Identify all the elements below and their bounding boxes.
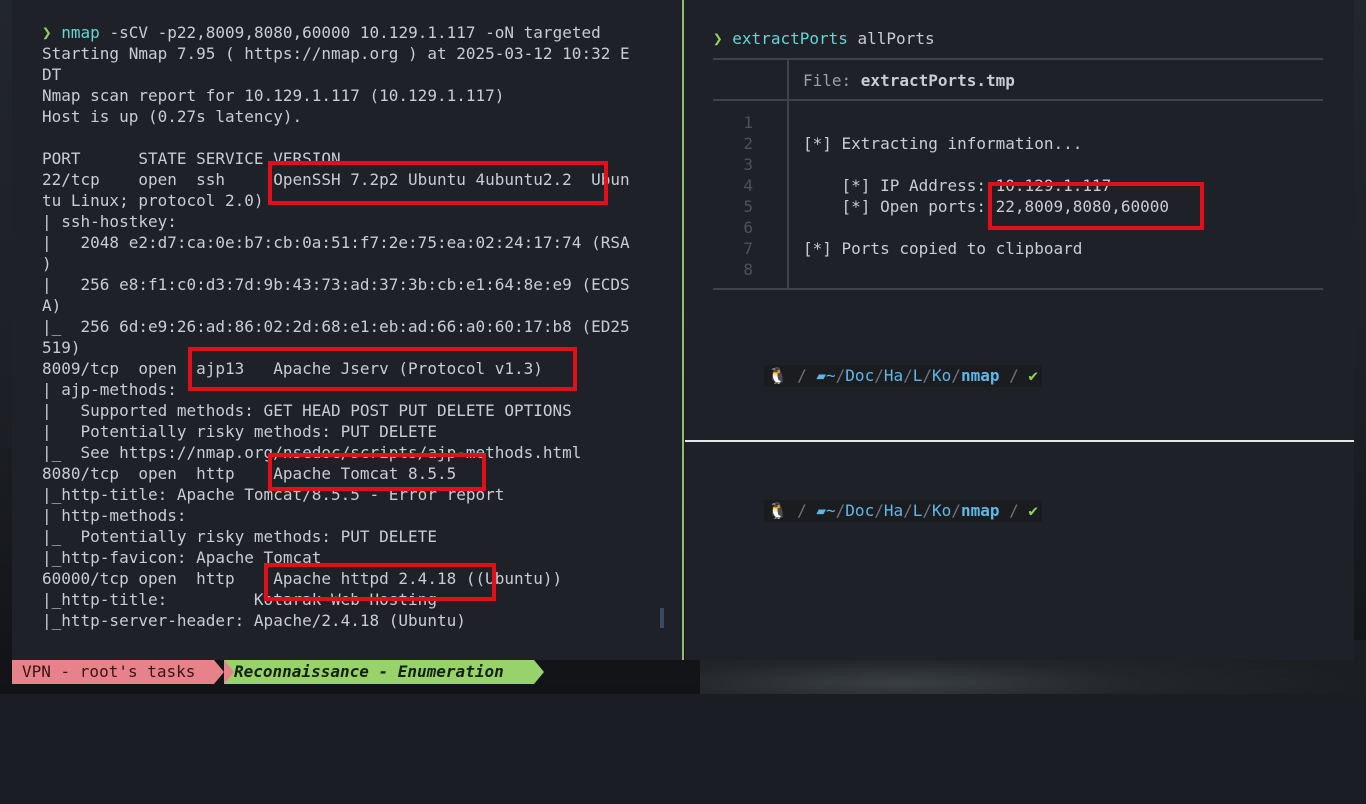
command-args: allPorts <box>857 29 935 48</box>
line-number: 5 <box>743 197 753 216</box>
prompt-separator: / <box>1009 366 1019 385</box>
file-header-bottom-rule <box>713 99 1323 101</box>
file-name: extractPorts.tmp <box>860 71 1015 90</box>
status-separator <box>224 660 234 684</box>
path-part: Ko <box>932 366 952 385</box>
output-line: Starting Nmap 7.95 ( https://nmap.org ) … <box>42 44 630 63</box>
path-part: Ko <box>932 501 952 520</box>
path-part: L <box>912 501 923 520</box>
line-number: 8 <box>743 260 753 279</box>
output-line: | 2048 e2:d7:ca:0e:b7:cb:0a:51:f7:2e:75:… <box>42 233 630 252</box>
path-part: Ha <box>883 366 904 385</box>
output-line: 519) <box>42 338 81 357</box>
file-header-top-rule <box>713 58 1323 60</box>
active-pane-border <box>682 0 684 660</box>
command-name: extractPorts <box>732 29 848 48</box>
active-window-name[interactable]: Reconnaissance - Enumeration <box>224 660 534 684</box>
file-header: File: extractPorts.tmp <box>803 70 1015 91</box>
output-line: | 256 e8:f1:c0:d3:7d:9b:43:73:ad:37:3b:c… <box>42 275 630 294</box>
file-footer-rule <box>713 288 1323 290</box>
terminal-pane-shell[interactable]: 🐧 / ▰~/Doc/Ha/L/Ko/nmap / ✔ <box>685 442 1354 660</box>
highlight-box-tomcat-version <box>268 453 486 491</box>
highlight-box-ajp-version <box>188 347 577 391</box>
shell-prompt: 🐧 / ▰~/Doc/Ha/L/Ko/nmap / ✔ <box>725 478 1043 522</box>
output-line: |_http-server-header: Apache/2.4.18 (Ubu… <box>42 611 466 630</box>
output-line: tu Linux; protocol 2.0) <box>42 191 264 210</box>
linux-tux-icon: 🐧 <box>767 366 788 385</box>
path-part: Ha <box>883 501 904 520</box>
status-ok-icon: ✔ <box>1028 501 1039 520</box>
prompt-symbol: ❯ <box>42 23 52 42</box>
file-line: [*] Ports copied to clipboard <box>803 239 1083 258</box>
line-number: 2 <box>743 134 753 153</box>
status-separator <box>214 660 224 684</box>
output-line: | http-methods: <box>42 506 187 525</box>
highlight-box-ssh-version <box>268 161 608 205</box>
shell-prompt: 🐧 / ▰~/Doc/Ha/L/Ko/nmap / ✔ <box>725 343 1043 387</box>
output-line: | Supported methods: GET HEAD POST PUT D… <box>42 401 572 420</box>
output-line: DT <box>42 65 62 84</box>
prompt-separator: / <box>797 501 807 520</box>
linux-tux-icon: 🐧 <box>767 501 788 520</box>
home-dir: ~ <box>826 366 836 385</box>
line-number: 1 <box>743 113 753 132</box>
output-line: ) <box>42 254 52 273</box>
output-line: | ssh-hostkey: <box>42 212 177 231</box>
status-ok-icon: ✔ <box>1028 366 1039 385</box>
status-separator <box>534 660 544 684</box>
command-line: ❯ extractPorts allPorts <box>713 28 935 49</box>
line-number: 6 <box>743 218 753 237</box>
line-number: 3 <box>743 155 753 174</box>
prompt-symbol: ❯ <box>713 29 723 48</box>
highlight-box-httpd-version <box>264 563 496 601</box>
highlight-box-open-ports <box>988 182 1204 230</box>
current-dir: nmap <box>960 501 1000 520</box>
session-name[interactable]: VPN - root's tasks <box>12 660 214 684</box>
line-number-gutter-rule <box>787 58 789 290</box>
prompt-separator: / <box>797 366 807 385</box>
folder-open-icon: ▰ <box>816 366 827 385</box>
file-line: [*] Extracting information... <box>803 134 1083 153</box>
file-label: File: <box>803 71 861 90</box>
output-line: |_ Potentially risky methods: PUT DELETE <box>42 527 437 546</box>
command-line: ❯ nmap -sCV -p22,8009,8080,60000 10.129.… <box>42 22 601 43</box>
prompt-separator: / <box>1009 501 1019 520</box>
line-number: 7 <box>743 239 753 258</box>
terminal-pane-nmap[interactable]: ❯ nmap -sCV -p22,8009,8080,60000 10.129.… <box>12 0 682 660</box>
command-name: nmap <box>61 23 100 42</box>
output-line: Host is up (0.27s latency). <box>42 107 303 126</box>
current-dir: nmap <box>960 366 1000 385</box>
folder-open-icon: ▰ <box>816 501 827 520</box>
output-line: Nmap scan report for 10.129.1.117 (10.12… <box>42 86 505 105</box>
output-line: | ajp-methods: <box>42 380 177 399</box>
output-line: | Potentially risky methods: PUT DELETE <box>42 422 437 441</box>
output-line: |_ 256 6d:e9:26:ad:86:02:2d:68:e1:eb:ad:… <box>42 317 630 336</box>
output-line: A) <box>42 296 62 315</box>
command-args: -sCV -p22,8009,8080,60000 10.129.1.117 -… <box>109 23 601 42</box>
home-dir: ~ <box>826 501 836 520</box>
path-part: Doc <box>845 501 875 520</box>
line-number: 4 <box>743 176 753 195</box>
shell-prompt-segment: 🐧 / ▰~/Doc/Ha/L/Ko/nmap / ✔ <box>763 500 1043 522</box>
tmux-status-bar: VPN - root's tasks Reconnaissance - Enum… <box>12 660 544 684</box>
shell-prompt-segment: 🐧 / ▰~/Doc/Ha/L/Ko/nmap / ✔ <box>763 365 1043 387</box>
terminal-cursor <box>660 608 664 628</box>
path-part: Doc <box>845 366 875 385</box>
path-part: L <box>912 366 923 385</box>
